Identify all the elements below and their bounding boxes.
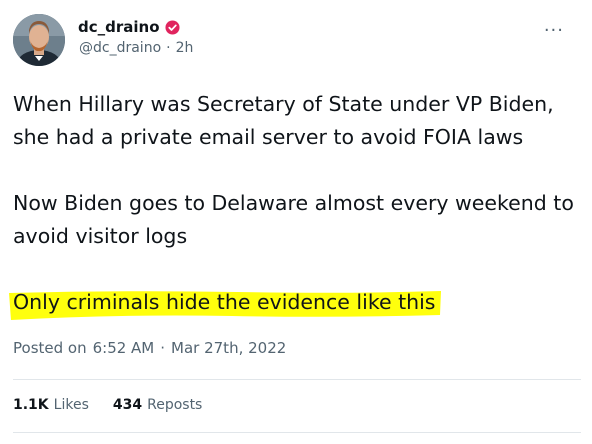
- likes-stat[interactable]: 1.1K Likes: [13, 397, 89, 413]
- post-paragraph-1: When Hillary was Secretary of State unde…: [13, 92, 554, 149]
- highlighted-sentence: Only criminals hide the evidence like th…: [9, 286, 441, 320]
- timestamp-prefix: Posted on: [13, 339, 87, 357]
- timestamp-date[interactable]: Mar 27th, 2022: [171, 339, 286, 357]
- post-body: When Hillary was Secretary of State unde…: [9, 88, 583, 320]
- likes-label: Likes: [53, 397, 89, 413]
- author-name-row: dc_draino: [78, 18, 180, 36]
- reposts-label: Reposts: [147, 397, 203, 413]
- post-paragraph-2: Now Biden goes to Delaware almost every …: [13, 191, 574, 248]
- author-display-name[interactable]: dc_draino: [78, 18, 160, 36]
- likes-count: 1.1K: [13, 397, 49, 413]
- post-timestamp: Posted on 6:52 AM · Mar 27th, 2022: [13, 339, 286, 357]
- reposts-stat[interactable]: 434 Reposts: [113, 397, 202, 413]
- author-handle[interactable]: @dc_draino: [79, 40, 161, 56]
- avatar-image: [13, 14, 65, 66]
- post-age[interactable]: 2h: [176, 40, 194, 56]
- divider: [13, 379, 581, 380]
- timestamp-separator: ·: [160, 339, 166, 357]
- author-meta: @dc_draino · 2h: [79, 40, 193, 56]
- post-paragraph-3: Only criminals hide the evidence like th…: [9, 286, 583, 320]
- more-options-icon[interactable]: ···: [544, 22, 564, 40]
- avatar[interactable]: [13, 14, 65, 66]
- meta-separator: ·: [166, 40, 171, 56]
- reposts-count: 434: [112, 397, 143, 413]
- post-card: dc_draino @dc_draino · 2h ··· When Hilla…: [0, 0, 592, 444]
- verified-badge-icon: [164, 19, 180, 35]
- timestamp-time[interactable]: 6:52 AM: [93, 339, 155, 357]
- engagement-stats: 1.1K Likes 434 Reposts: [13, 397, 202, 413]
- divider: [13, 432, 581, 433]
- highlighted-text: Only criminals hide the evidence like th…: [13, 290, 436, 314]
